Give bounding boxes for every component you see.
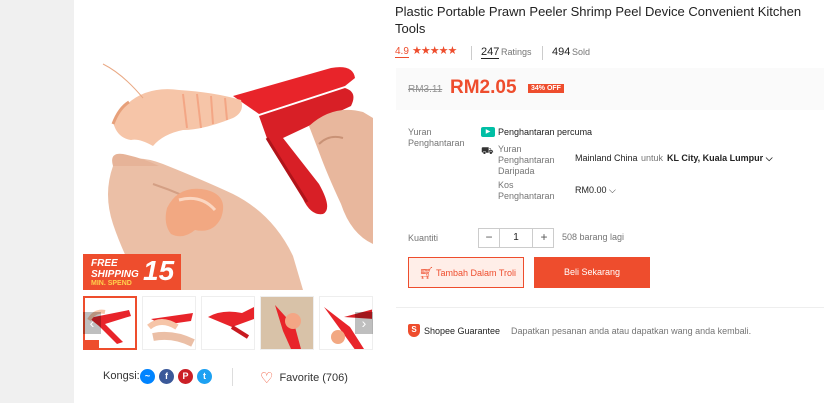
messenger-icon[interactable]: ~ xyxy=(140,369,155,384)
chevron-down-icon: ⌵ xyxy=(609,185,616,195)
thumbnail-strip: ‹ › xyxy=(83,296,373,350)
promo-line-1: FREE xyxy=(91,258,118,269)
current-price: RM2.05 xyxy=(450,77,517,98)
pinterest-icon[interactable]: P xyxy=(178,369,193,384)
sold-divider xyxy=(542,46,543,60)
guarantee-divider xyxy=(396,307,824,308)
share-label: Kongsi: xyxy=(103,370,140,382)
quantity-increase-button[interactable]: + xyxy=(534,229,554,247)
sold-count: 494 xyxy=(552,46,571,58)
quantity-stepper: − 1 + xyxy=(478,228,554,248)
shipping-truck-icon: ⛟ xyxy=(481,146,494,157)
free-shipping-truck-icon: ▶ xyxy=(481,127,495,137)
ratings-label: Ratings xyxy=(501,47,532,57)
thumbnail-4-image xyxy=(261,297,313,349)
facebook-icon[interactable]: f xyxy=(159,369,174,384)
guarantee-text: Dapatkan pesanan anda atau dapatkan wang… xyxy=(511,326,752,336)
shipping-label: Yuran Penghantaran xyxy=(408,127,465,148)
add-to-cart-button[interactable]: 🛒︎ Tambah Dalam Troli xyxy=(408,257,524,288)
thumbnail-4[interactable] xyxy=(260,296,314,350)
free-shipping-promo-badge: FREE SHIPPING MIN. SPEND 15 xyxy=(83,254,181,290)
favorite-label: Favorite (706) xyxy=(279,372,348,384)
thumbnail-next-button[interactable]: › xyxy=(355,312,373,334)
promo-line-3: MIN. SPEND xyxy=(91,280,132,287)
thumbnail-2-image xyxy=(147,313,195,347)
shopee-guarantee-shield-icon: S xyxy=(408,324,420,337)
quantity-decrease-button[interactable]: − xyxy=(479,229,499,247)
heart-icon: ♡ xyxy=(260,370,274,387)
star-rating-icon: ★★★★★ xyxy=(412,45,457,57)
shipping-cost-value: RM0.00 xyxy=(575,185,607,195)
shrimp-peeler-photo xyxy=(102,63,373,290)
shipping-destination-select[interactable]: KL City, Kuala Lumpur ⌵ xyxy=(667,153,773,164)
shipping-from-location: Mainland China xyxy=(575,153,638,163)
shipping-cost-select[interactable]: RM0.00 ⌵ xyxy=(575,185,616,196)
favorite-button[interactable]: ♡ Favorite (706) xyxy=(260,369,348,387)
stock-remaining: 508 barang lagi xyxy=(562,232,625,242)
shipping-to-word: untuk xyxy=(641,153,664,163)
promo-amount: 15 xyxy=(143,255,175,286)
shipping-cost-label: Kos Penghantaran xyxy=(498,180,555,201)
thumbnail-3-image xyxy=(208,307,254,339)
rating-score[interactable]: 4.9 xyxy=(395,46,409,58)
buy-now-button[interactable]: Beli Sekarang xyxy=(534,257,650,288)
product-main-image[interactable] xyxy=(83,34,373,290)
price-section: RM3.11 RM2.05 34% OFF xyxy=(396,68,824,110)
shipping-from-label: Yuran Penghantaran Daripada xyxy=(498,144,555,176)
share-divider xyxy=(232,368,233,386)
quantity-label: Kuantiti xyxy=(408,233,439,243)
add-to-cart-label: Tambah Dalam Troli xyxy=(436,268,517,278)
rating-divider xyxy=(471,46,472,60)
free-shipping-text: Penghantaran percuma xyxy=(498,127,593,137)
thumbnail-3[interactable] xyxy=(201,296,255,350)
quantity-input[interactable]: 1 xyxy=(499,229,533,247)
sold-label: Sold xyxy=(572,47,591,57)
discount-badge: 34% OFF xyxy=(528,84,564,93)
ratings-count[interactable]: 247 xyxy=(481,46,500,59)
guarantee-title: Shopee Guarantee xyxy=(424,326,501,336)
promo-line-2: SHIPPING xyxy=(91,269,139,280)
thumbnail-2[interactable] xyxy=(142,296,196,350)
product-title: Plastic Portable Prawn Peeler Shrimp Pee… xyxy=(395,4,802,36)
shipping-destination: KL City, Kuala Lumpur xyxy=(667,153,764,163)
thumbnail-prev-button[interactable]: ‹ xyxy=(83,312,101,334)
cart-icon: 🛒︎ xyxy=(419,266,435,280)
twitter-icon[interactable]: t xyxy=(197,369,212,384)
chevron-down-icon: ⌵ xyxy=(765,153,773,163)
original-price: RM3.11 xyxy=(408,84,443,95)
